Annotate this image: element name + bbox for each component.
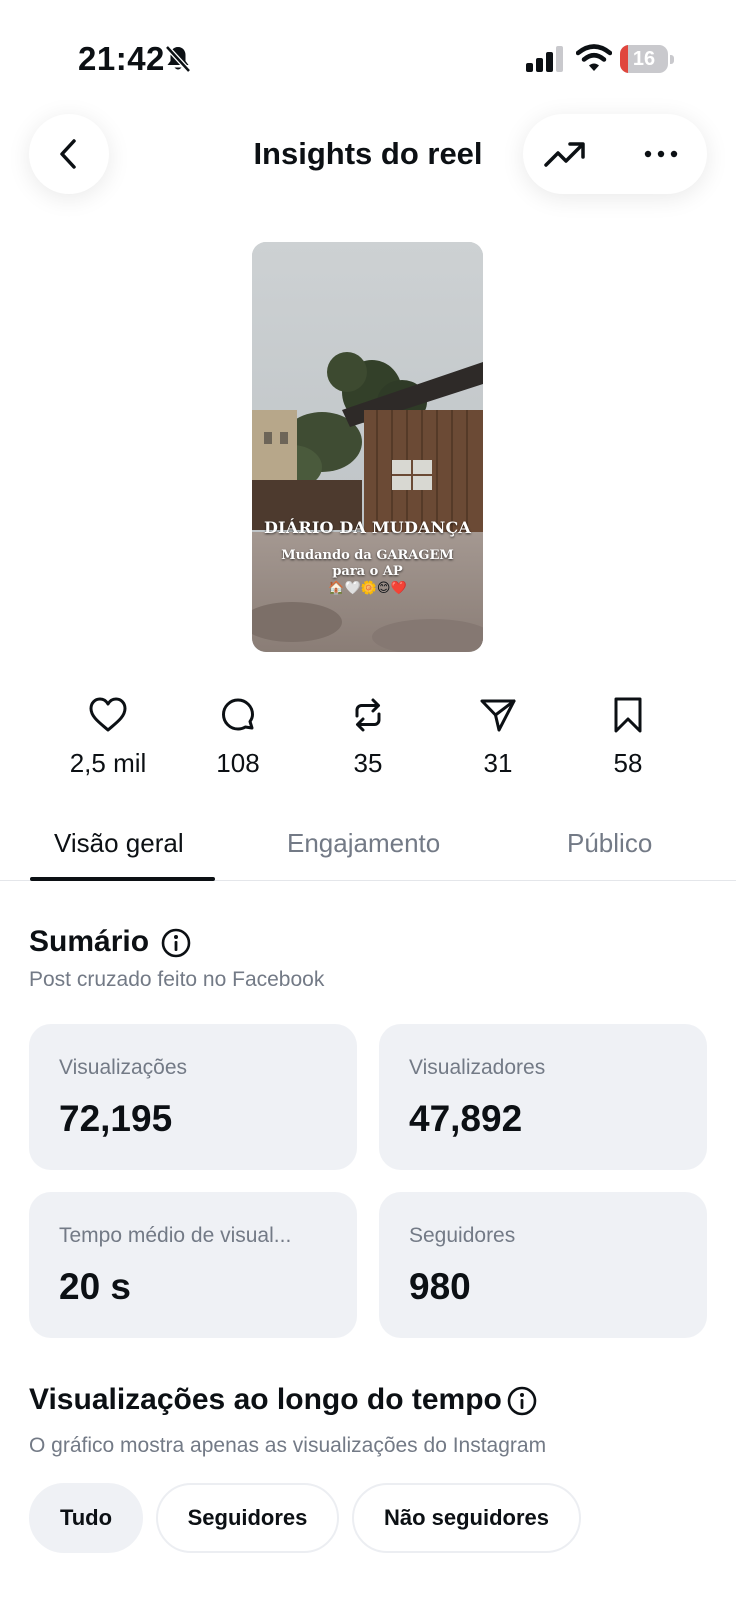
comments-count: 108	[216, 748, 260, 778]
page-title: Insights do reel	[253, 136, 483, 171]
back-button[interactable]	[29, 114, 109, 194]
battery-level-text: 16	[632, 48, 656, 70]
bell-muted-icon	[164, 44, 192, 74]
shares-count: 31	[483, 748, 513, 778]
tab-audience[interactable]: Público	[567, 825, 652, 861]
metric-value: 980	[409, 1266, 471, 1307]
metric-card-viewers: Visualizadores 47,892	[379, 1024, 707, 1170]
metric-value: 20 s	[59, 1266, 132, 1307]
filter-chip-followers[interactable]: Seguidores	[156, 1483, 339, 1553]
send-icon	[480, 699, 516, 732]
summary-info-icon[interactable]	[160, 927, 192, 959]
header-actions	[523, 114, 707, 194]
more-options-button[interactable]	[635, 128, 687, 180]
reel-overlay-emoji: 🏠🤍🌼😊❤️	[328, 580, 407, 595]
heart-icon	[89, 697, 127, 732]
views-over-time-caption: O gráfico mostra apenas as visualizações…	[29, 1434, 547, 1457]
metric-card-followers: Seguidores 980	[379, 1192, 707, 1338]
comments-stat: 108	[173, 695, 303, 795]
tab-overview[interactable]: Visão geral	[54, 825, 184, 861]
views-over-time-info-icon[interactable]	[506, 1385, 538, 1417]
chevron-left-icon	[60, 139, 76, 169]
active-tab-indicator	[30, 877, 215, 881]
metric-value: 47,892	[409, 1098, 523, 1139]
reel-overlay-subtitle-2: para o AP	[332, 564, 403, 579]
trending-up-icon	[544, 142, 585, 167]
wifi-icon	[575, 44, 613, 72]
tab-engagement[interactable]: Engajamento	[287, 825, 440, 861]
reposts-stat: 35	[303, 695, 433, 795]
metric-label: Seguidores	[409, 1224, 516, 1247]
likes-count: 2,5 mil	[69, 748, 147, 778]
summary-title: Sumário	[29, 925, 150, 958]
cellular-signal-icon	[526, 46, 566, 72]
trending-button[interactable]	[539, 128, 591, 180]
filter-chip-non-followers[interactable]: Não seguidores	[352, 1483, 581, 1553]
battery-indicator: 16	[620, 45, 674, 73]
metric-label: Visualizações	[59, 1056, 188, 1079]
status-bar: 21:42 16	[0, 0, 736, 110]
engagement-stats: 2,5 mil 108 35 31 58	[0, 695, 736, 795]
reel-thumbnail[interactable]: DIÁRIO DA MUDANÇA Mudando da GARAGEM par…	[252, 242, 483, 652]
reel-overlay-subtitle-1: Mudando da GARAGEM	[281, 548, 454, 563]
status-time: 21:42	[78, 40, 165, 77]
likes-stat: 2,5 mil	[43, 695, 173, 795]
saves-stat: 58	[563, 695, 693, 795]
comment-icon	[222, 698, 254, 731]
metric-card-avg-watch-time: Tempo médio de visual... 20 s	[29, 1192, 357, 1338]
metric-label: Tempo médio de visual...	[59, 1224, 292, 1247]
reel-overlay-title: DIÁRIO DA MUDANÇA	[263, 518, 472, 537]
metric-label: Visualizadores	[409, 1056, 546, 1079]
summary-caption: Post cruzado feito no Facebook	[29, 968, 325, 991]
insights-tabs: Visão geral Engajamento Público	[0, 815, 736, 881]
metric-card-views: Visualizações 72,195	[29, 1024, 357, 1170]
reposts-count: 35	[353, 748, 383, 778]
bookmark-icon	[614, 697, 642, 733]
views-over-time-title: Visualizações ao longo do tempo	[29, 1383, 502, 1416]
more-horizontal-icon	[644, 150, 678, 158]
metric-value: 72,195	[59, 1098, 173, 1139]
saves-count: 58	[613, 748, 643, 778]
repost-icon	[355, 698, 381, 732]
shares-stat: 31	[433, 695, 563, 795]
filter-chip-all[interactable]: Tudo	[29, 1483, 143, 1553]
